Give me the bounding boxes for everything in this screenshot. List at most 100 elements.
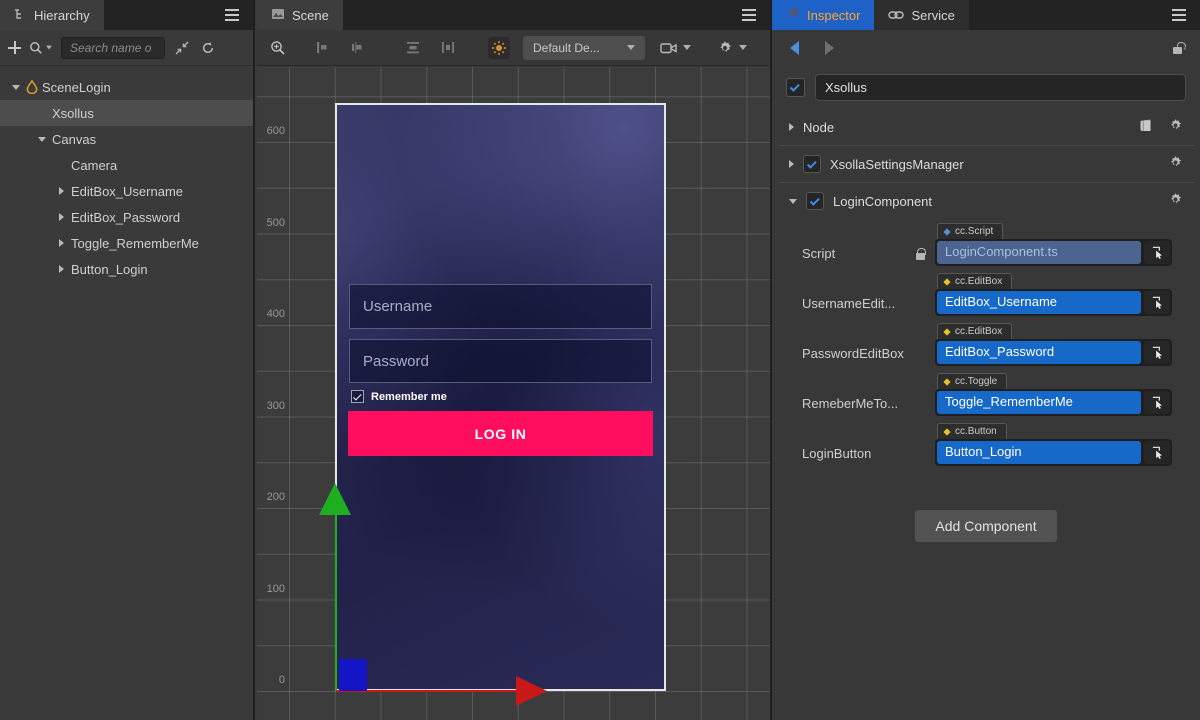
camera-preset-dropdown[interactable]: Default De... [523,36,645,60]
expand-arrow-icon[interactable] [12,85,20,90]
picker-cursor-icon[interactable] [1144,291,1170,314]
gear-icon[interactable] [1168,155,1183,173]
zoom-icon[interactable] [267,37,289,59]
hierarchy-tab-label: Hierarchy [34,8,90,23]
scene-settings-dropdown[interactable] [714,37,747,59]
collapsed-arrow-icon[interactable] [59,213,64,221]
collapsed-arrow-icon[interactable] [59,265,64,273]
x-axis-arrow-icon[interactable] [516,676,547,706]
picker-cursor-icon[interactable] [1144,441,1170,464]
scene-icon [271,8,285,23]
y-axis-gizmo[interactable] [335,514,338,691]
settings-manager-header[interactable]: XsollaSettingsManager [772,148,1200,180]
tree-item-editbox-password[interactable]: EditBox_Password [0,204,253,230]
origin-handle[interactable] [339,659,367,691]
node-name-input[interactable] [815,74,1186,101]
login-button[interactable]: LOG IN [348,411,653,456]
tree-item-scenelogin[interactable]: SceneLogin [0,74,253,100]
unlock-icon[interactable] [1173,47,1182,54]
scene-tabbar: Scene [257,0,770,30]
tree-item-button-login[interactable]: Button_Login [0,256,253,282]
node-name-row [786,74,1186,101]
login-component-properties: Script cc.Script LoginComponent.ts Usern… [772,217,1200,466]
cocos-scene-icon [24,80,40,94]
node-section-header[interactable]: Node [772,111,1200,143]
chevron-down-icon [739,45,747,50]
component-enabled-checkbox[interactable] [806,192,824,210]
camera-icon [658,37,680,59]
tab-scene[interactable]: Scene [257,0,343,30]
tab-hierarchy[interactable]: Hierarchy [0,0,104,30]
add-node-icon[interactable] [8,41,21,54]
tab-inspector[interactable]: Inspector [772,0,874,30]
back-arrow-icon[interactable] [790,41,799,55]
game-canvas-preview[interactable]: Username Password Remember me LOG IN [335,103,666,691]
tree-item-camera[interactable]: Camera [0,152,253,178]
picker-cursor-icon[interactable] [1144,241,1170,264]
ruler-label: 500 [259,217,285,229]
username-editbox[interactable]: Username [349,284,652,329]
picker-cursor-icon[interactable] [1144,341,1170,364]
collapsed-arrow-icon[interactable] [59,239,64,247]
tree-item-xsollus[interactable]: Xsollus [0,100,253,126]
node-reference-field[interactable]: EditBox_Username [937,291,1141,314]
inspector-tab-label: Inspector [807,8,860,23]
align-right-icon[interactable] [345,37,367,59]
remember-checkbox[interactable] [351,390,364,403]
checkbox-check-icon [353,392,361,400]
expand-arrow-icon[interactable] [789,160,794,168]
password-editbox[interactable]: Password [349,339,652,383]
service-link-icon [888,8,904,23]
expand-arrow-icon[interactable] [38,137,46,142]
node-reference-field[interactable]: EditBox_Password [937,341,1141,364]
checkbox-check-icon [809,195,819,205]
expand-arrow-icon[interactable] [789,199,797,204]
search-filter-button[interactable] [29,41,53,55]
scene-camera-dropdown[interactable] [658,37,691,59]
search-input[interactable] [61,37,165,59]
distribute-horizontal-icon[interactable] [437,37,459,59]
camera-preset-value: Default De... [533,41,600,55]
remember-me-toggle[interactable]: Remember me [351,390,447,403]
gear-icon[interactable] [1168,192,1183,210]
distribute-vertical-icon[interactable] [402,37,424,59]
script-reference-field[interactable]: LoginComponent.ts [937,241,1141,264]
refresh-icon[interactable] [199,37,217,59]
tree-item-canvas[interactable]: Canvas [0,126,253,152]
hierarchy-menu-icon[interactable] [225,14,239,16]
node-reference-field[interactable]: Toggle_RememberMe [937,391,1141,414]
inspector-menu-icon[interactable] [1172,14,1186,16]
tree-item-label: EditBox_Username [71,184,183,199]
search-icon [29,41,43,55]
gear-icon[interactable] [1168,118,1183,136]
component-diamond-icon [943,428,950,435]
node-active-checkbox[interactable] [786,78,805,97]
hierarchy-toolbar [0,30,253,66]
inspector-gear-icon [786,7,800,24]
type-tag: cc.Button [937,423,1007,439]
picker-cursor-icon[interactable] [1144,391,1170,414]
tree-item-toggle-rememberme[interactable]: Toggle_RememberMe [0,230,253,256]
scene-menu-icon[interactable] [742,14,756,16]
collapsed-arrow-icon[interactable] [59,187,64,195]
y-axis-arrow-icon[interactable] [319,483,351,515]
collapse-all-icon[interactable] [173,37,191,59]
tree-item-editbox-username[interactable]: EditBox_Username [0,178,253,204]
gizmo-light-icon[interactable] [488,37,510,59]
add-component-button[interactable]: Add Component [915,510,1056,542]
tree-item-label: SceneLogin [42,80,111,95]
login-component-header[interactable]: LoginComponent [772,185,1200,217]
forward-arrow-icon[interactable] [825,41,834,55]
tree-item-label: Canvas [52,132,96,147]
tab-service[interactable]: Service [874,0,968,30]
component-name-label: LoginComponent [833,194,932,209]
expand-arrow-icon[interactable] [789,123,794,131]
node-section-label: Node [803,120,834,135]
book-icon[interactable] [1138,119,1153,136]
align-left-icon[interactable] [310,37,332,59]
gear-icon [714,37,736,59]
component-enabled-checkbox[interactable] [803,155,821,173]
hierarchy-tabbar: Hierarchy [0,0,253,30]
node-reference-field[interactable]: Button_Login [937,441,1141,464]
scene-viewport[interactable]: 600 500 400 300 200 100 0 Username Passw… [257,67,770,720]
